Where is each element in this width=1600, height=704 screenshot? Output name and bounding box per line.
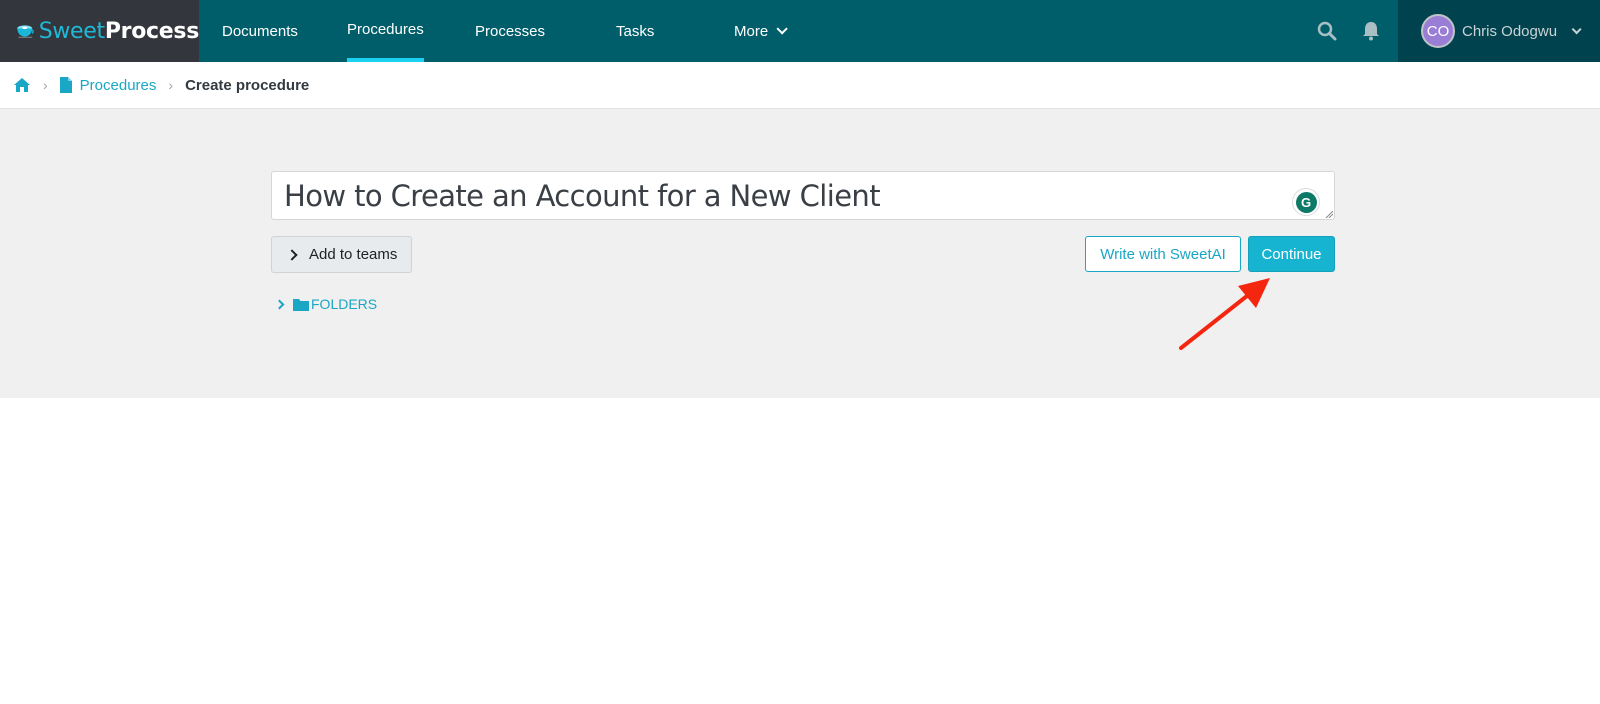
user-name: Chris Odogwu (1462, 22, 1558, 40)
nav-more[interactable]: More (734, 0, 788, 62)
folders-toggle[interactable]: FOLDERS (274, 294, 378, 314)
main-content-area (0, 109, 1600, 398)
chevron-down-icon (776, 23, 788, 35)
folders-label: FOLDERS (311, 296, 378, 312)
avatar-initials: CO (1426, 22, 1450, 40)
chevron-down-icon (1571, 23, 1582, 34)
nav-documents-label: Documents (222, 22, 298, 40)
nav-procedures-label: Procedures (347, 20, 424, 38)
bell-icon (1363, 22, 1379, 41)
nav-more-label: More (734, 22, 769, 40)
folder-icon (293, 298, 309, 311)
brand-name: SweetProcess (38, 18, 200, 44)
nav-documents[interactable]: Documents (222, 0, 298, 62)
search-icon (1317, 21, 1337, 41)
breadcrumb-separator: › (43, 77, 48, 93)
home-icon (14, 78, 30, 92)
top-navbar: SweetProcess Documents Procedures Proces… (0, 0, 1600, 62)
grammarly-icon: G (1295, 191, 1317, 213)
procedure-title-input[interactable] (271, 171, 1335, 220)
continue-label: Continue (1261, 245, 1322, 263)
write-with-sweetai-label: Write with SweetAI (1100, 245, 1226, 263)
nav-tasks-label: Tasks (616, 22, 655, 40)
nav-tasks[interactable]: Tasks (616, 0, 654, 62)
breadcrumb-procedures[interactable]: Procedures (59, 76, 157, 94)
logo[interactable]: SweetProcess (0, 0, 199, 62)
user-menu[interactable]: CO Chris Odogwu (1398, 0, 1600, 62)
add-to-teams-button[interactable]: Add to teams (271, 236, 412, 273)
nav-procedures[interactable]: Procedures (347, 0, 424, 62)
continue-button[interactable]: Continue (1248, 236, 1335, 272)
grammarly-button[interactable]: G (1292, 188, 1320, 216)
avatar: CO (1421, 14, 1455, 48)
breadcrumb-current: Create procedure (185, 76, 310, 94)
nav-processes-label: Processes (475, 22, 546, 40)
search-button[interactable] (1313, 17, 1341, 45)
breadcrumb-procedures-label: Procedures (79, 76, 157, 94)
document-icon (59, 77, 72, 93)
breadcrumb-separator: › (168, 77, 174, 93)
chevron-right-icon (274, 299, 285, 309)
breadcrumb: › Procedures › Create procedure (0, 62, 1600, 109)
write-with-sweetai-button[interactable]: Write with SweetAI (1085, 236, 1241, 272)
add-to-teams-label: Add to teams (309, 246, 398, 263)
resize-grip-icon[interactable] (1325, 210, 1333, 218)
nav-processes[interactable]: Processes (475, 0, 545, 62)
notifications-button[interactable] (1357, 17, 1385, 45)
teacup-logo-icon (17, 25, 34, 38)
breadcrumb-home[interactable] (13, 77, 31, 93)
chevron-right-icon (286, 248, 298, 261)
